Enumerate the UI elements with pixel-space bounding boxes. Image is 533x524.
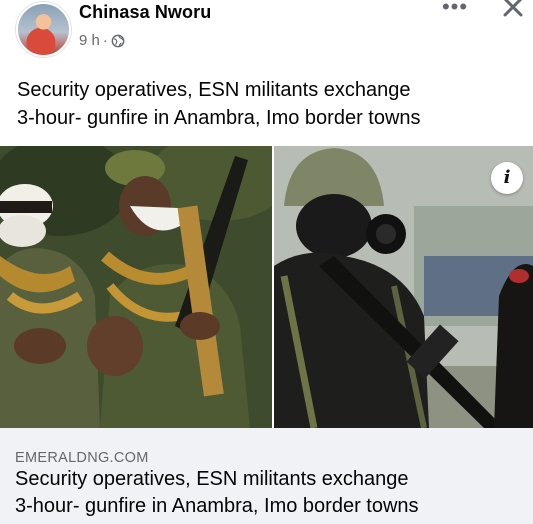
photo-militants[interactable] — [0, 146, 272, 428]
link-domain: EMERALDNG.COM — [15, 450, 149, 466]
meta-separator: · — [102, 32, 108, 49]
post-text-line-1: Security operatives, ESN militants excha… — [17, 79, 411, 101]
facebook-post-card: Chinasa Nworu 9 h · ••• Security operati… — [0, 0, 533, 524]
close-icon[interactable] — [500, 0, 528, 22]
more-options-icon[interactable]: ••• — [438, 0, 472, 20]
author-avatar[interactable] — [16, 2, 71, 57]
globe-icon[interactable] — [111, 34, 125, 48]
author-name[interactable]: Chinasa Nworu — [79, 2, 211, 23]
link-title: Security operatives, ESN militants excha… — [15, 466, 527, 520]
post-text: Security operatives, ESN militants excha… — [17, 76, 522, 132]
link-preview-image[interactable]: i — [0, 146, 533, 428]
post-meta: 9 h · — [79, 32, 125, 49]
militants-illustration — [0, 146, 272, 428]
post-text-line-2: 3-hour- gunfire in Anambra, Imo border t… — [17, 107, 421, 129]
link-title-line-1: Security operatives, ESN militants excha… — [15, 468, 409, 490]
link-title-line-2: 3-hour- gunfire in Anambra, Imo border t… — [15, 495, 419, 517]
link-preview-footer[interactable]: EMERALDNG.COM Security operatives, ESN m… — [0, 428, 533, 524]
info-icon[interactable]: i — [491, 162, 523, 194]
post-time[interactable]: 9 h — [79, 32, 100, 49]
